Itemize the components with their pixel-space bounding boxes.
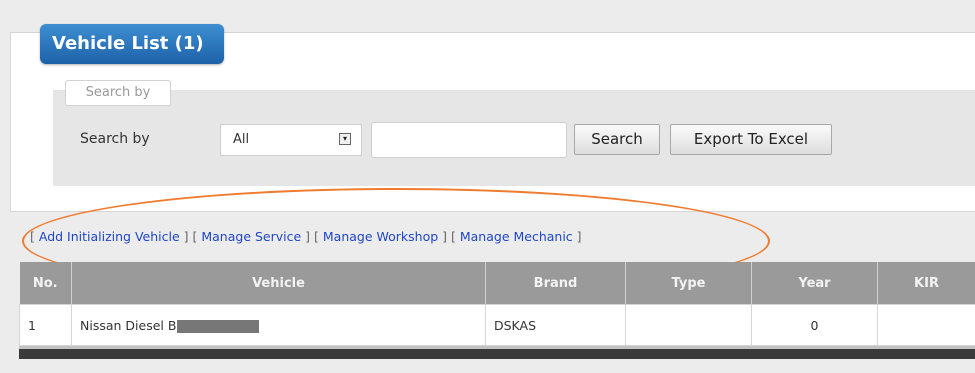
column-header-type[interactable]: Type [625, 262, 752, 305]
column-header-brand[interactable]: Brand [485, 262, 626, 305]
manage-service-link[interactable]: Manage Service [201, 229, 301, 244]
cell-year: 0 [751, 304, 878, 346]
column-header-vehicle[interactable]: Vehicle [71, 262, 486, 305]
search-by-selected-value: All [233, 132, 250, 147]
chevron-down-icon[interactable]: ▾ [339, 133, 351, 145]
cell-no: 1 [19, 304, 72, 346]
search-by-label: Search by [80, 131, 150, 147]
vehicle-name: Nissan Diesel B [80, 317, 177, 333]
manage-workshop-link[interactable]: Manage Workshop [323, 229, 438, 244]
search-by-select[interactable]: All ▾ [220, 124, 362, 156]
cell-kir [877, 304, 975, 346]
action-links: [ Add Initializing Vehicle ] [ Manage Se… [30, 229, 582, 244]
redaction-bar [177, 319, 260, 333]
column-header-year[interactable]: Year [751, 262, 878, 305]
cell-type [625, 304, 752, 346]
cell-brand: DSKAS [485, 304, 626, 346]
add-initializing-vehicle-link[interactable]: Add Initializing Vehicle [39, 229, 180, 244]
column-header-kir[interactable]: KIR [877, 262, 975, 305]
search-button[interactable]: Search [574, 124, 660, 155]
cell-vehicle: Nissan Diesel B [71, 304, 486, 346]
search-input[interactable] [371, 122, 567, 158]
export-to-excel-button[interactable]: Export To Excel [670, 124, 832, 155]
panel-title: Vehicle List (1) [40, 24, 224, 64]
search-legend: Search by [65, 80, 171, 106]
table-footer-bar [19, 346, 975, 359]
manage-mechanic-link[interactable]: Manage Mechanic [460, 229, 573, 244]
column-header-no[interactable]: No. [19, 262, 72, 305]
vehicle-table: No. Vehicle Brand Type Year KIR 1 Nissan… [19, 262, 975, 346]
table-header-row: No. Vehicle Brand Type Year KIR [19, 262, 975, 305]
table-row[interactable]: 1 Nissan Diesel B DSKAS 0 [19, 304, 975, 346]
